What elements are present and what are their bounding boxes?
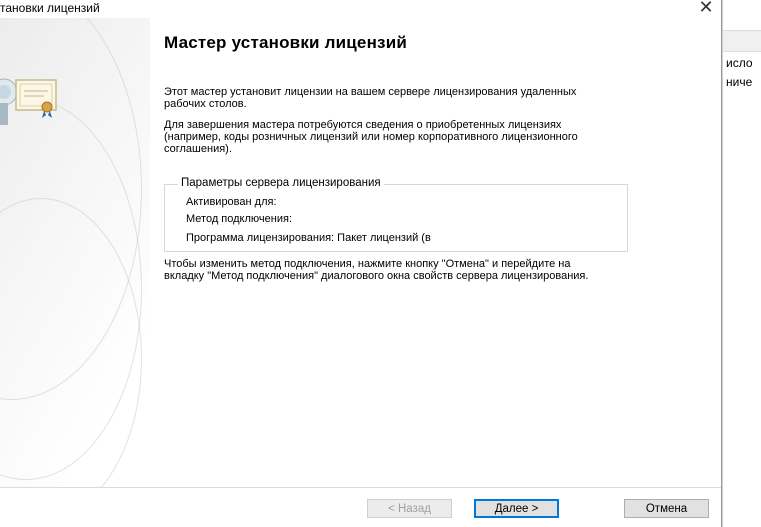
intro-text: Этот мастер установит лицензии на вашем … bbox=[164, 86, 577, 110]
cancel-button[interactable]: Отмена bbox=[624, 499, 709, 518]
activated-for-label: Активирован для: bbox=[186, 196, 277, 208]
next-button[interactable]: Далее > bbox=[474, 499, 559, 518]
certificate-icon bbox=[0, 78, 57, 125]
wizard-heading: Мастер установки лицензий bbox=[164, 33, 407, 52]
connection-method-label: Метод подключения: bbox=[186, 213, 292, 225]
back-button[interactable]: < Назад bbox=[367, 499, 452, 518]
background-text-1: исло bbox=[726, 56, 753, 70]
server-settings-legend: Параметры сервера лицензирования bbox=[178, 177, 384, 189]
licensing-program-label: Программа лицензирования: Пакет лицензий… bbox=[186, 232, 431, 244]
title-bar: тановки лицензий ✕ bbox=[0, 0, 721, 18]
wizard-side-banner bbox=[0, 18, 150, 488]
background-toolbar bbox=[723, 30, 761, 52]
license-wizard-dialog: тановки лицензий ✕ Мастер установки лице… bbox=[0, 0, 722, 527]
button-bar bbox=[0, 487, 721, 527]
background-text-2: ниче bbox=[726, 75, 753, 89]
change-method-note: Чтобы изменить метод подключения, нажмит… bbox=[164, 258, 589, 282]
close-icon[interactable]: ✕ bbox=[695, 0, 717, 18]
background-window: исло ниче bbox=[722, 0, 761, 527]
window-title: тановки лицензий bbox=[0, 1, 100, 15]
requirement-text: Для завершения мастера потребуются сведе… bbox=[164, 119, 578, 155]
